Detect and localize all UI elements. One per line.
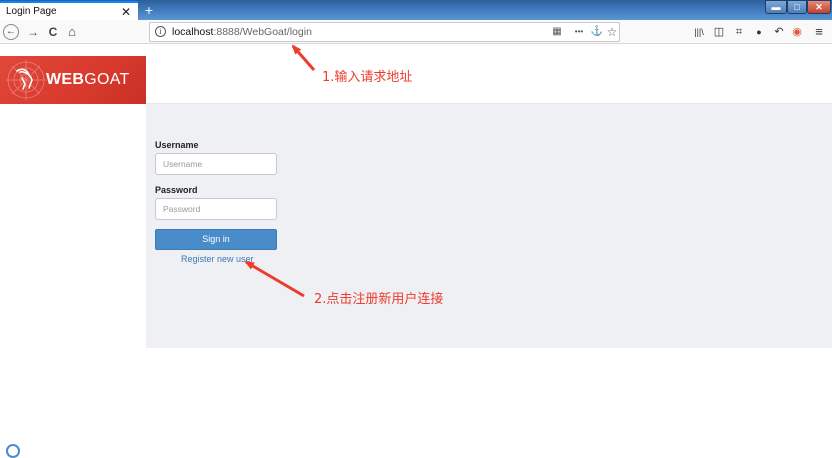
home-icon[interactable]: ⌂ (64, 24, 80, 40)
annotation-step-1: 1.输入请求地址 (322, 70, 413, 85)
register-new-user-link[interactable]: Register new user (181, 254, 254, 264)
goat-icon (16, 68, 33, 90)
library-icon[interactable]: |||\ (691, 24, 707, 40)
screenshot-icon[interactable]: ⌗ (731, 24, 747, 40)
new-tab-button[interactable]: + (141, 1, 157, 19)
tab-login-page[interactable]: Login Page ✕ (0, 1, 138, 20)
status-circle-icon (6, 444, 20, 458)
back-icon[interactable]: ← (3, 24, 19, 40)
extension-icon[interactable]: ⚓ (590, 25, 604, 39)
username-input[interactable] (155, 153, 277, 175)
undo-icon[interactable]: ↶ (771, 24, 787, 40)
password-input[interactable] (155, 198, 277, 220)
sidebar-icon[interactable]: ◫ (711, 24, 727, 40)
tab-close-icon[interactable]: ✕ (121, 6, 131, 18)
addon-icon[interactable]: ◉ (789, 24, 805, 40)
site-info-icon[interactable]: i (155, 26, 166, 37)
url-host: localhost (172, 26, 214, 38)
bookmark-star-icon[interactable]: ☆ (605, 25, 619, 39)
forward-icon[interactable]: → (25, 24, 41, 40)
browser-title-bar: Login Page ✕ + ▬ □ ✕ (0, 0, 832, 20)
navigation-toolbar: ← → C ⌂ i localhost:8888/WebGoat/login ▦… (0, 20, 832, 44)
url-path: :8888/WebGoat/login (213, 26, 312, 38)
reload-icon[interactable]: C (45, 24, 61, 40)
login-panel: Username Password Sign in Register new u… (146, 104, 832, 348)
logo-text: WEBGOAT (46, 71, 130, 88)
url-bar[interactable]: i localhost:8888/WebGoat/login ▦ ••• ⚓ ☆ (149, 22, 620, 42)
qr-code-icon[interactable]: ▦ (550, 25, 564, 39)
window-minimize-button[interactable]: ▬ (765, 0, 787, 14)
url-text[interactable]: localhost:8888/WebGoat/login (172, 26, 312, 38)
annotation-step-2: 2.点击注册新用户连接 (314, 292, 444, 307)
tab-title: Login Page (6, 6, 57, 17)
window-maximize-button[interactable]: □ (787, 0, 807, 14)
chat-icon[interactable]: ● (751, 24, 767, 40)
username-label: Username (155, 140, 199, 150)
page-actions-icon[interactable]: ••• (569, 25, 589, 39)
webgoat-logo[interactable]: WEBGOAT (0, 56, 146, 104)
menu-icon[interactable]: ≡ (811, 24, 827, 40)
sign-in-button[interactable]: Sign in (155, 229, 277, 250)
page-viewport: WEBGOAT Username Password Sign in Regist… (0, 44, 832, 450)
window-close-button[interactable]: ✕ (807, 0, 831, 14)
password-label: Password (155, 185, 198, 195)
